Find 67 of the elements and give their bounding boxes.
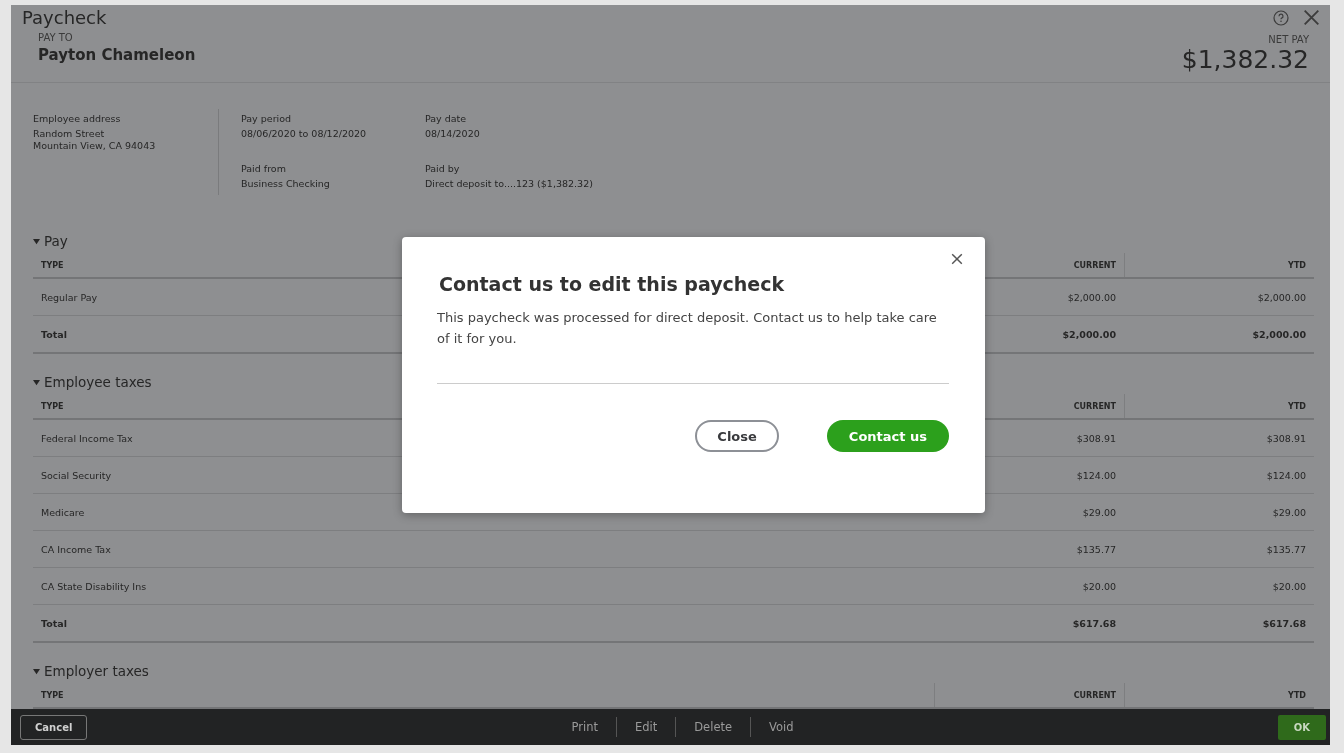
table-cell-text: $308.91 (1265, 432, 1307, 444)
cancel-button[interactable]: Cancel (20, 714, 88, 740)
detail-label: Pay date (425, 113, 468, 124)
table-cell-text: $135.77 (1265, 543, 1307, 555)
footer-action[interactable]: Print (553, 717, 616, 737)
table-cell-text: $20.00 (1081, 580, 1117, 592)
table-cell-text: $617.68 (1071, 617, 1117, 629)
section-title: Employer taxes (44, 663, 149, 679)
table-cell-text: Social Security (40, 469, 113, 481)
footer-action[interactable]: Delete (675, 717, 751, 737)
table-cell-text: $20.00 (1271, 580, 1307, 592)
detail-label: Pay period (241, 113, 293, 124)
table-cell-text: $308.91 (1075, 432, 1117, 444)
detail-label: Paid by (425, 163, 461, 174)
caret-icon[interactable] (33, 237, 40, 245)
pay-to-label: PAY TO (38, 32, 74, 43)
table-cell-text: $124.00 (1075, 469, 1117, 481)
table-cell-text: $135.77 (1075, 543, 1117, 555)
payee-name: Payton Chameleon (38, 46, 196, 64)
detail-value: Business Checking (241, 178, 331, 190)
table-cell-text: $2,000.00 (1251, 328, 1307, 340)
table-cell-text: CA Income Tax (40, 543, 112, 555)
table-cell-text: $2,000.00 (1256, 291, 1307, 303)
caret-icon[interactable] (33, 378, 40, 386)
table-cell-text: Total (40, 617, 68, 629)
column-header: YTD (1124, 394, 1314, 418)
close-button[interactable]: Close (695, 420, 779, 452)
window-title: Paycheck (22, 7, 107, 28)
table-cell-text: $29.00 (1081, 506, 1117, 518)
table-cell-text: CA State Disability Ins (40, 580, 148, 592)
column-header: CURRENT (934, 683, 1124, 707)
table-cell-text: Total (40, 328, 68, 340)
close-icon (1303, 9, 1320, 26)
help-icon[interactable] (1273, 9, 1289, 26)
table-cell-text: $617.68 (1261, 617, 1307, 629)
caret-icon[interactable] (33, 667, 40, 675)
table-cell-text: Federal Income Tax (40, 432, 134, 444)
dialog-message: This paycheck was processed for direct deposit. Contact us to help take care of it for you. (437, 307, 949, 384)
table-cell-text: $29.00 (1271, 506, 1307, 518)
table-cell-text: Regular Pay (40, 291, 99, 303)
column-header: YTD (1124, 683, 1314, 707)
net-pay-amount: $1,382.32 (1181, 45, 1309, 74)
detail-value: Direct deposit to....123 ($1,382.32) (425, 178, 594, 190)
column-header: TYPE (40, 690, 65, 700)
detail-value: 08/14/2020 (425, 128, 481, 140)
detail-label: Employee address (33, 113, 122, 124)
section-title: Employee taxes (44, 374, 152, 390)
footer-action[interactable]: Void (750, 717, 812, 737)
detail-value: 08/06/2020 to 08/12/2020 (241, 128, 368, 140)
dialog-title: Contact us to edit this paycheck (438, 273, 786, 295)
detail-label: Paid from (241, 163, 287, 174)
table-cell-text: $2,000.00 (1061, 328, 1117, 340)
table-cell-text: $2,000.00 (1066, 291, 1117, 303)
column-header: TYPE (40, 401, 65, 411)
dialog-close-button[interactable] (949, 251, 965, 267)
column-header: TYPE (40, 260, 65, 270)
detail-value: Mountain View, CA 94043 (33, 140, 157, 152)
table-cell-text: Medicare (40, 506, 86, 518)
close-icon (951, 253, 963, 265)
table-cell-text: $124.00 (1265, 469, 1307, 481)
contact-button[interactable]: Contact us (826, 420, 949, 452)
column-header: YTD (1124, 253, 1314, 277)
section-title: Pay (44, 233, 68, 249)
detail-value: Random Street (33, 128, 106, 140)
net-pay-label: NET PAY (1268, 34, 1309, 45)
footer-action[interactable]: Edit (616, 717, 676, 737)
ok-button[interactable]: OK (1277, 714, 1326, 740)
